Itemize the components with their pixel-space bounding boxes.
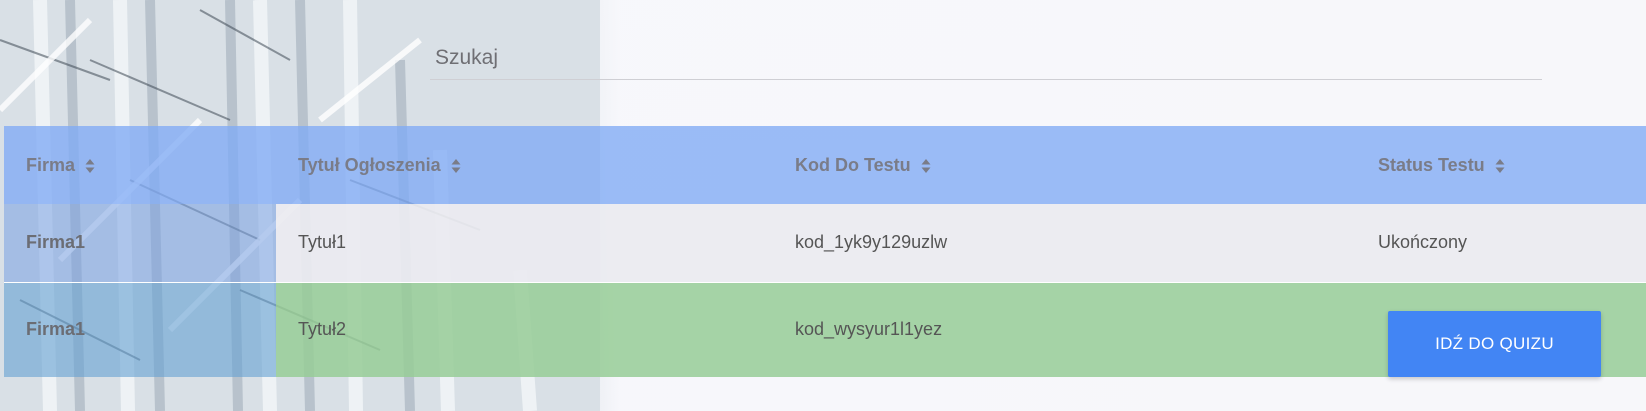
column-header-label: Status Testu <box>1378 154 1485 175</box>
cell-kod: kod_wysyur1l1yez <box>773 282 1356 377</box>
cell-status: Ukończony <box>1356 204 1646 283</box>
search-field[interactable] <box>430 36 1542 80</box>
table-row: Firma1 Tytuł2 kod_wysyur1l1yez IDŹ DO QU… <box>4 282 1646 377</box>
table-header: Firma Tytuł Ogłoszenia Kod Do Testu Stat… <box>4 126 1646 204</box>
sort-icon[interactable] <box>451 158 461 174</box>
search-input[interactable] <box>430 36 1542 79</box>
column-header-firma[interactable]: Firma <box>4 126 276 204</box>
sort-icon[interactable] <box>1495 158 1505 174</box>
cell-kod: kod_1yk9y129uzlw <box>773 204 1356 283</box>
column-header-tytul[interactable]: Tytuł Ogłoszenia <box>276 126 773 204</box>
cell-tytul: Tytuł2 <box>276 282 773 377</box>
cell-status: IDŹ DO QUIZU <box>1356 282 1646 377</box>
quiz-table: Firma Tytuł Ogłoszenia Kod Do Testu Stat… <box>4 126 1646 377</box>
column-header-label: Firma <box>26 154 76 175</box>
sort-icon[interactable] <box>921 158 931 174</box>
column-header-label: Kod Do Testu <box>795 154 911 175</box>
cell-firma: Firma1 <box>4 204 276 283</box>
cell-tytul: Tytuł1 <box>276 204 773 283</box>
column-header-status[interactable]: Status Testu <box>1356 126 1646 204</box>
table-row: Firma1 Tytuł1 kod_1yk9y129uzlw Ukończony <box>4 204 1646 283</box>
column-header-label: Tytuł Ogłoszenia <box>298 154 441 175</box>
go-to-quiz-button[interactable]: IDŹ DO QUIZU <box>1388 310 1601 377</box>
sort-icon[interactable] <box>85 158 95 174</box>
cell-firma: Firma1 <box>4 282 276 377</box>
column-header-kod[interactable]: Kod Do Testu <box>773 126 1356 204</box>
